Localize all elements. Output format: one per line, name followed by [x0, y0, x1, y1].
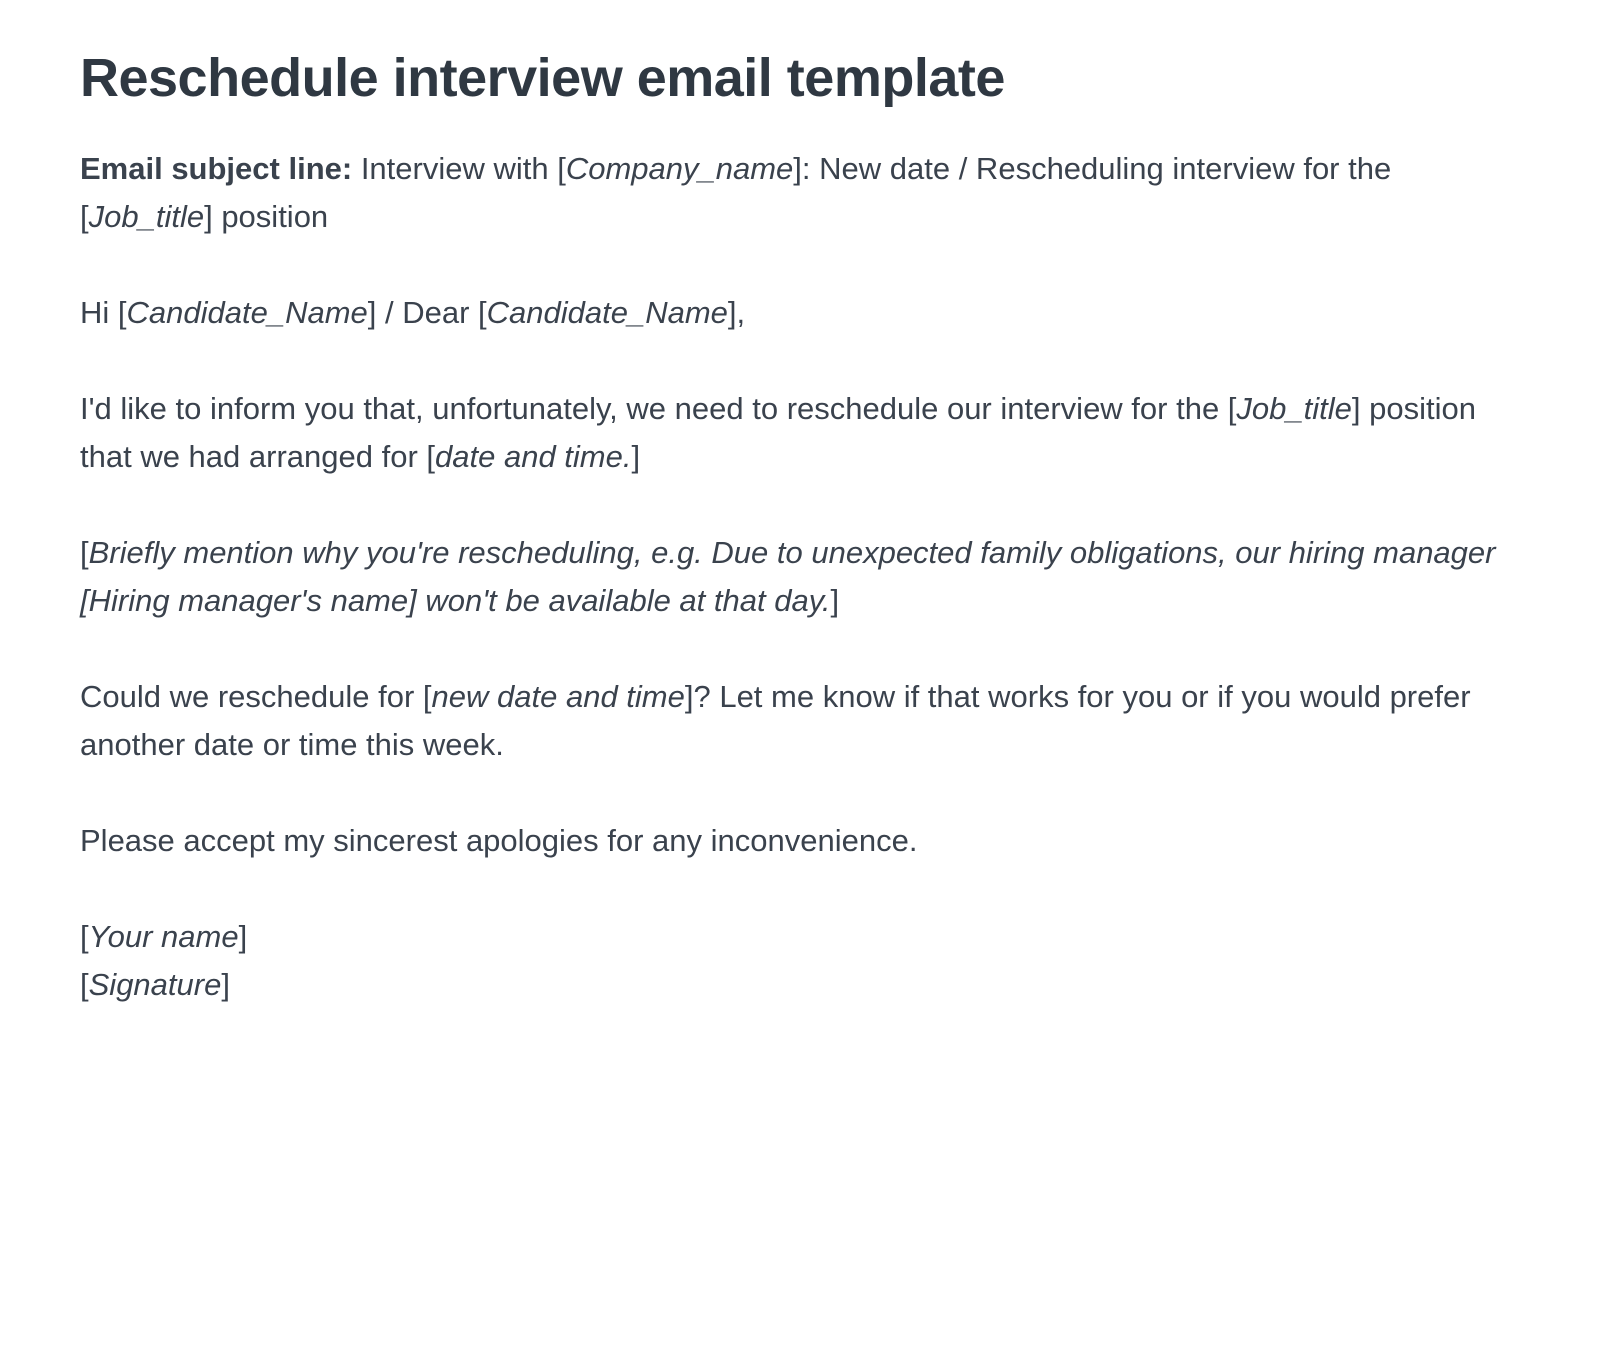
text: [ — [80, 535, 89, 570]
greeting-line: Hi [Candidate_Name] / Dear [Candidate_Na… — [80, 289, 1522, 337]
text: I'd like to inform you that, unfortunate… — [80, 391, 1236, 426]
placeholder-date-time: date and time. — [435, 439, 631, 474]
placeholder-new-date-time: new date and time — [432, 679, 685, 714]
body-paragraph-2: [Briefly mention why you're rescheduling… — [80, 529, 1522, 625]
text: ] — [239, 919, 248, 954]
placeholder-company-name: Company_name — [566, 151, 793, 186]
placeholder-candidate-name: Candidate_Name — [487, 295, 728, 330]
placeholder-job-title: Job_title — [1236, 391, 1351, 426]
text: ] position — [204, 199, 328, 234]
placeholder-signature: Signature — [89, 967, 222, 1002]
placeholder-reason: Briefly mention why you're rescheduling,… — [80, 535, 1495, 618]
text: [ — [80, 919, 89, 954]
subject-line: Email subject line: Interview with [Comp… — [80, 145, 1522, 241]
text: ] — [221, 967, 230, 1002]
text: ], — [728, 295, 745, 330]
subject-label: Email subject line: — [80, 151, 352, 186]
page-title: Reschedule interview email template — [80, 46, 1522, 111]
placeholder-job-title: Job_title — [89, 199, 204, 234]
text: ] — [831, 583, 840, 618]
text: Could we reschedule for [ — [80, 679, 432, 714]
text: ] — [631, 439, 640, 474]
body-paragraph-3: Could we reschedule for [new date and ti… — [80, 673, 1522, 769]
text: ] / Dear [ — [368, 295, 487, 330]
signature-line-1: [Your name] — [80, 913, 1522, 961]
body-paragraph-1: I'd like to inform you that, unfortunate… — [80, 385, 1522, 481]
signature-line-2: [Signature] — [80, 961, 1522, 1009]
placeholder-candidate-name: Candidate_Name — [127, 295, 368, 330]
placeholder-your-name: Your name — [89, 919, 239, 954]
body-paragraph-4: Please accept my sincerest apologies for… — [80, 817, 1522, 865]
text: [ — [80, 967, 89, 1002]
text: Hi [ — [80, 295, 127, 330]
text: Interview with [ — [352, 151, 566, 186]
